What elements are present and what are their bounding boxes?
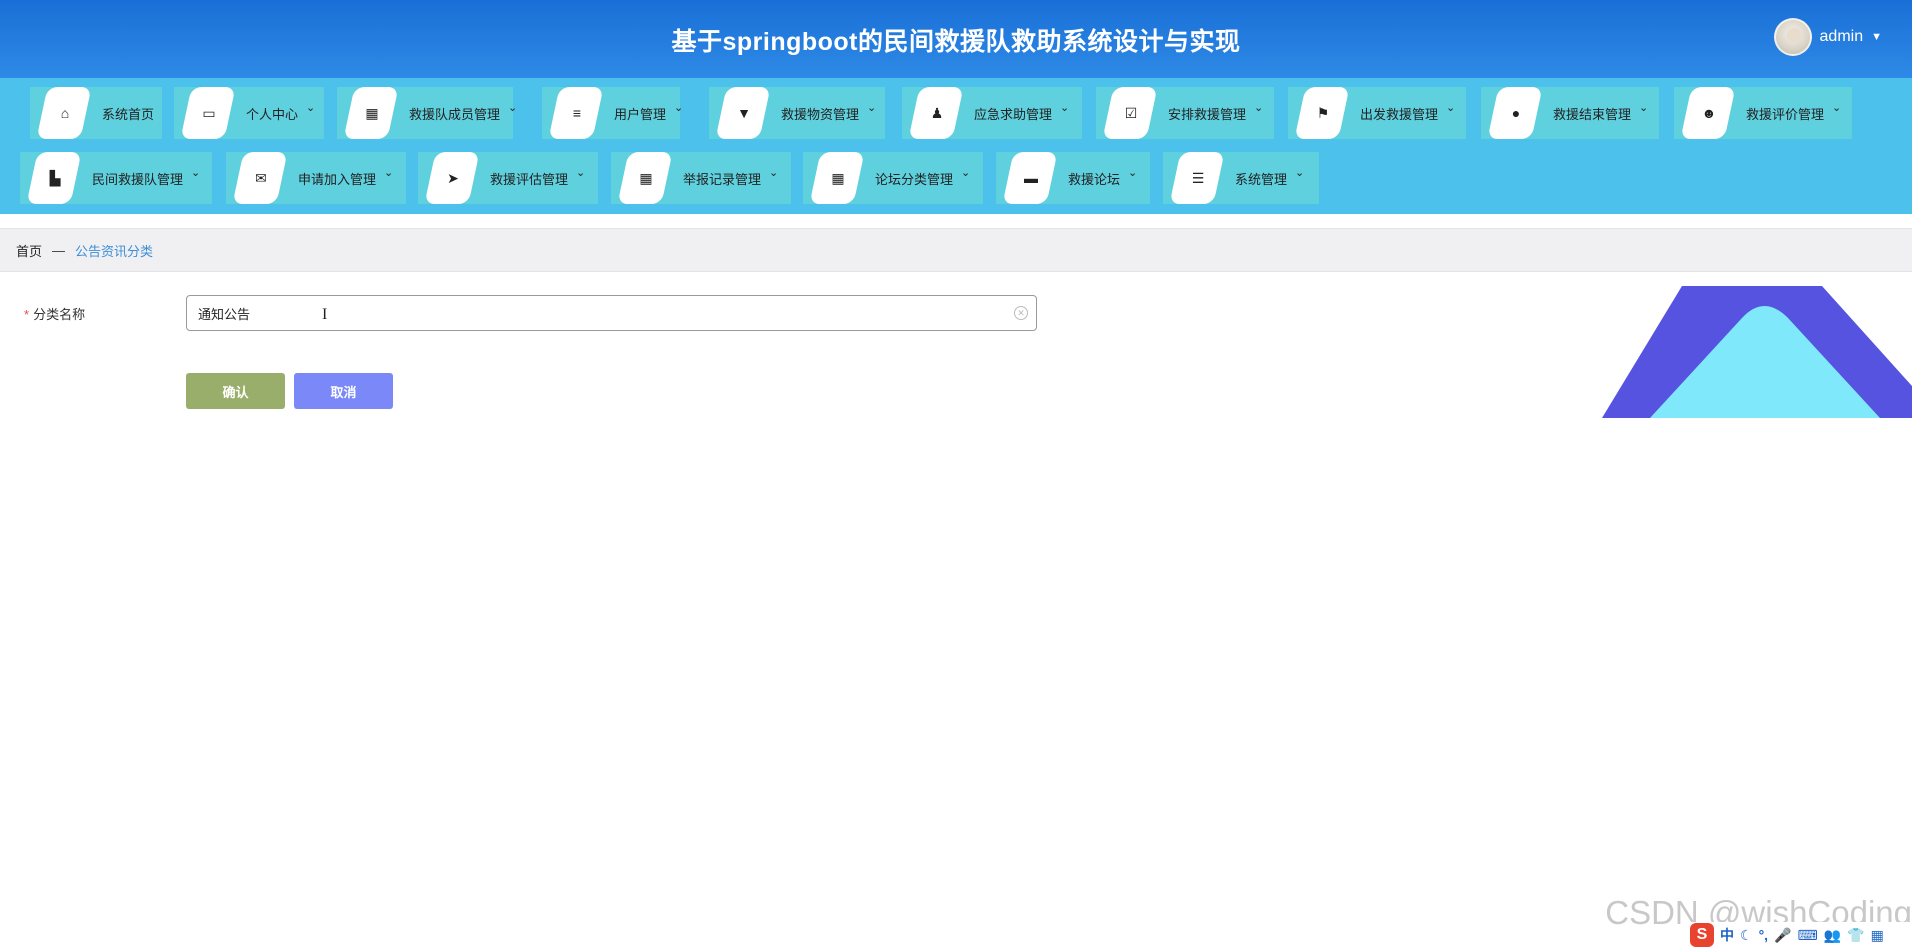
ime-tray: S 中 ☾ °, 🎤 ⌨ 👥 👕 ▦: [1690, 922, 1912, 948]
chevron-down-icon: ⌄: [1295, 167, 1305, 179]
nav-item-14[interactable]: ▦ 举报记录管理 ⌄: [611, 152, 791, 204]
breadcrumb: 首页 — 公告资讯分类: [0, 228, 1912, 272]
chevron-down-icon: ⌄: [191, 167, 201, 179]
list-icon: ☰: [1191, 169, 1205, 186]
chevron-down-icon: ⌄: [576, 167, 586, 179]
nav-item-label: 系统首页: [102, 107, 155, 122]
grid-icon: ▦: [831, 169, 845, 186]
moon-icon[interactable]: ☾: [1740, 927, 1753, 944]
chevron-down-icon: ⌄: [1128, 167, 1138, 179]
nav-item-16[interactable]: ▬ 救援论坛 ⌄: [996, 152, 1150, 204]
nav-item-9[interactable]: ● 救援结束管理 ⌄: [1481, 87, 1659, 139]
nav-item-11[interactable]: ▙ 民间救援队管理 ⌄: [20, 152, 212, 204]
ime-mode-label[interactable]: 中: [1720, 925, 1734, 945]
required-mark: *: [24, 307, 30, 322]
decorative-shape: [1602, 286, 1912, 418]
nav-item-label: 申请加入管理: [298, 172, 377, 187]
nav-item-label: 出发救援管理: [1360, 107, 1439, 122]
chevron-down-icon: ⌄: [674, 102, 684, 114]
map-pin-icon: ●: [1511, 105, 1521, 121]
nav-item-4[interactable]: ≡ 用户管理 ⌄: [542, 87, 684, 139]
chevron-down-icon: ⌄: [1832, 102, 1842, 114]
nav-item-label: 救援评价管理: [1746, 107, 1825, 122]
nav-item-17[interactable]: ☰ 系统管理 ⌄: [1163, 152, 1319, 204]
username[interactable]: admin: [1820, 28, 1864, 46]
nav-item-12[interactable]: ✉ 申请加入管理 ⌄: [226, 152, 406, 204]
nav-item-6[interactable]: ♟ 应急求助管理 ⌄: [902, 87, 1082, 139]
nav-item-13[interactable]: ➤ 救援评估管理 ⌄: [418, 152, 598, 204]
nav-item-label: 救援物资管理: [781, 107, 860, 122]
nav-item-label: 个人中心: [246, 107, 299, 122]
nav-item-label: 救援论坛: [1068, 172, 1121, 187]
nav-item-8[interactable]: ⚑ 出发救援管理 ⌄: [1288, 87, 1466, 139]
flag-icon: ⚑: [1316, 104, 1330, 121]
skin-icon[interactable]: 👕: [1847, 927, 1864, 944]
nav-item-7[interactable]: ☑ 安排救援管理 ⌄: [1096, 87, 1274, 139]
chevron-down-icon: ⌄: [867, 102, 877, 114]
chevron-down-icon: ⌄: [384, 167, 394, 179]
mailbox-icon: ✉: [255, 169, 267, 186]
text-cursor-icon: I: [322, 306, 328, 323]
stamp-icon: ♟: [930, 104, 944, 121]
nav-item-3[interactable]: ▦ 救援队成员管理 ⌄: [337, 87, 517, 139]
nav-item-label: 救援队成员管理: [409, 107, 501, 122]
cancel-button[interactable]: 取消: [294, 373, 393, 409]
send-icon: ➤: [447, 169, 459, 186]
nav-item-1[interactable]: ⌂ 系统首页: [30, 87, 162, 139]
building-icon: ▙: [49, 169, 61, 186]
nav-item-15[interactable]: ▦ 论坛分类管理 ⌄: [803, 152, 983, 204]
category-name-input[interactable]: [198, 305, 978, 321]
category-name-field[interactable]: ✕: [186, 295, 1037, 331]
microphone-icon[interactable]: 🎤: [1774, 927, 1791, 944]
nav-item-label: 安排救援管理: [1168, 107, 1247, 122]
nav-item-label: 论坛分类管理: [875, 172, 954, 187]
clipboard-check-icon: ☑: [1124, 104, 1138, 121]
chevron-down-icon: ⌄: [1060, 102, 1070, 114]
chevron-down-icon: ⌄: [508, 102, 518, 114]
nav-item-label: 救援评估管理: [490, 172, 569, 187]
breadcrumb-home[interactable]: 首页: [16, 241, 42, 260]
nav-item-label: 用户管理: [614, 107, 667, 122]
nav-item-label: 救援结束管理: [1553, 107, 1632, 122]
app-title: 基于springboot的民间救援队救助系统设计与实现: [671, 28, 1241, 56]
chevron-down-icon: ⌄: [1446, 102, 1456, 114]
category-name-label-text: 分类名称: [33, 307, 86, 322]
breadcrumb-current: 公告资讯分类: [75, 243, 154, 259]
user-menu[interactable]: admin ▼: [1773, 18, 1882, 56]
keyboard-icon[interactable]: ⌨: [1798, 927, 1818, 944]
chevron-down-icon: ⌄: [769, 167, 779, 179]
user-icon: ☻: [1701, 105, 1717, 121]
users-icon[interactable]: 👥: [1824, 927, 1841, 944]
confirm-button[interactable]: 确认: [186, 373, 285, 409]
grid-icon: ▦: [365, 104, 379, 121]
category-name-label: * 分类名称: [24, 304, 85, 323]
home-icon: ⌂: [60, 105, 70, 121]
nav-item-10[interactable]: ☻ 救援评价管理 ⌄: [1674, 87, 1852, 139]
chevron-down-icon: ⌄: [1254, 102, 1264, 114]
sogou-ime-icon[interactable]: S: [1690, 923, 1714, 947]
nav-item-label: 民间救援队管理: [92, 172, 184, 187]
chevron-down-icon: ⌄: [306, 102, 316, 114]
chevron-down-icon: ⌄: [1639, 102, 1649, 114]
caret-down-icon[interactable]: ▼: [1871, 31, 1882, 43]
brush-icon: ▼: [737, 105, 751, 121]
toolbox-icon[interactable]: ▦: [1871, 927, 1884, 944]
chat-icon: ▬: [1024, 170, 1038, 186]
top-header: 基于springboot的民间救援队救助系统设计与实现 admin ▼: [0, 0, 1912, 78]
sliders-icon: ≡: [572, 105, 582, 121]
clear-icon[interactable]: ✕: [1014, 306, 1028, 320]
nav-item-label: 应急求助管理: [974, 107, 1053, 122]
nav-item-label: 举报记录管理: [683, 172, 762, 187]
main-nav: ⌂ 系统首页 ▭ 个人中心 ⌄ ▦ 救援队成员管理 ⌄ ≡ 用户管理 ⌄ ▼ 救援物资管理 ⌄ ♟ 应急求助管…: [0, 78, 1912, 214]
chevron-down-icon: ⌄: [961, 167, 971, 179]
breadcrumb-separator: —: [52, 242, 66, 258]
nav-item-2[interactable]: ▭ 个人中心 ⌄: [174, 87, 324, 139]
avatar-icon[interactable]: [1773, 18, 1812, 56]
nav-item-label: 系统管理: [1235, 172, 1288, 187]
grid-icon: ▦: [639, 169, 653, 186]
card-icon: ▭: [202, 104, 216, 121]
nav-item-5[interactable]: ▼ 救援物资管理 ⌄: [709, 87, 885, 139]
punctuation-icon[interactable]: °,: [1759, 927, 1769, 943]
